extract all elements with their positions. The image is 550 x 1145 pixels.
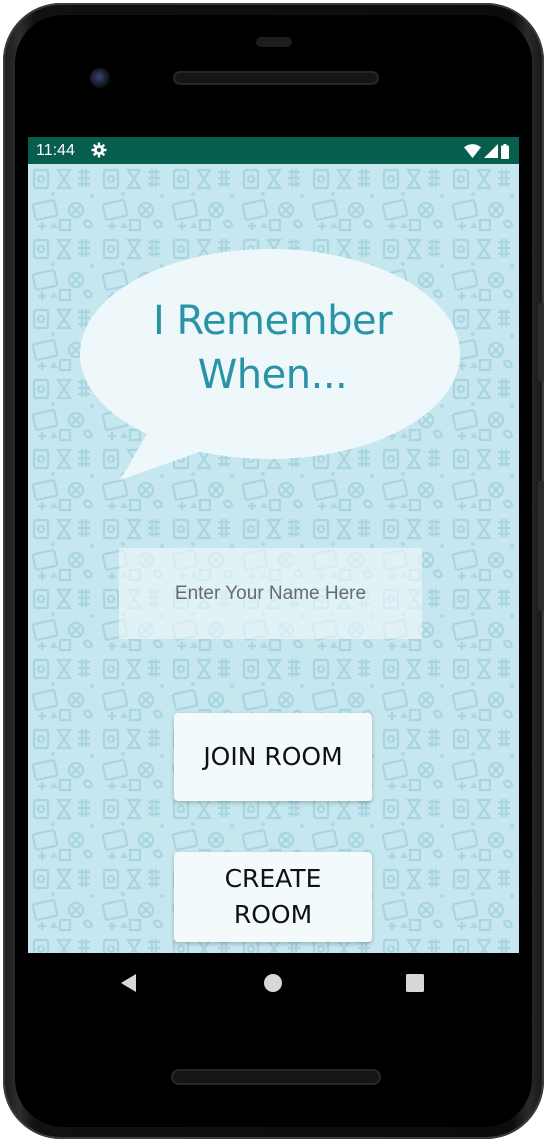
top-speaker-grille	[173, 71, 379, 85]
app-title-line-1: I Remember	[152, 298, 393, 344]
app-title-line-2: When...	[197, 352, 348, 398]
app-title: I Remember When...	[100, 294, 445, 402]
recents-icon[interactable]	[403, 971, 427, 995]
home-icon[interactable]	[261, 971, 285, 995]
battery-icon	[501, 143, 509, 159]
wifi-icon	[464, 144, 481, 158]
create-room-button[interactable]: CREATE ROOM	[174, 852, 372, 942]
volume-button	[538, 481, 544, 611]
power-button	[538, 303, 544, 381]
join-room-label: JOIN ROOM	[203, 742, 343, 771]
status-icons	[464, 143, 509, 159]
status-time: 11:44	[36, 142, 75, 159]
earpiece	[256, 37, 292, 47]
bottom-speaker-grille	[171, 1069, 381, 1085]
back-icon[interactable]	[117, 971, 141, 995]
cellular-signal-icon	[484, 144, 498, 158]
create-room-label: CREATE ROOM	[224, 864, 322, 929]
settings-gear-icon	[91, 142, 107, 158]
join-room-button[interactable]: JOIN ROOM	[174, 713, 372, 801]
name-input[interactable]	[119, 548, 422, 639]
device-screen: 11:44 I Remember When... Enter Your Name…	[28, 137, 519, 953]
navigation-bar	[28, 953, 519, 1013]
status-bar: 11:44	[28, 137, 519, 164]
app-content: I Remember When... JOIN ROOM CREATE ROOM	[28, 164, 519, 953]
front-camera-icon	[90, 68, 110, 88]
